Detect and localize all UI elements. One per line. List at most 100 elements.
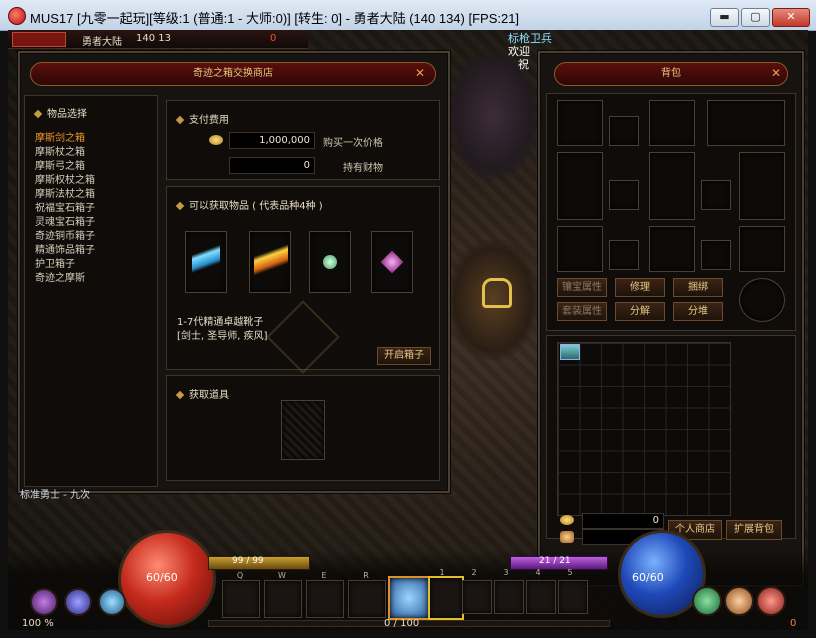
shield-slot[interactable] <box>739 152 785 220</box>
quick-slot-num-4: 4 <box>535 568 541 577</box>
wings-slot[interactable] <box>707 100 785 146</box>
hotkey-label-r: R <box>363 571 369 580</box>
sd-value: 21 / 21 <box>539 556 571 566</box>
quick-slot-num-5: 5 <box>567 568 573 577</box>
boots-slot[interactable] <box>739 226 785 272</box>
ring-slot-2[interactable] <box>609 240 639 270</box>
maximize-button[interactable]: ▢ <box>741 8 770 27</box>
quick-slot-4[interactable] <box>526 580 556 614</box>
helmet-slot[interactable] <box>649 100 695 146</box>
minimize-button[interactable]: ▬ <box>710 8 739 27</box>
quest-menu-icon[interactable] <box>724 586 754 616</box>
inventory-grid[interactable] <box>557 342 731 516</box>
npc-name-1: 标枪卫兵 <box>508 32 552 45</box>
skill-slot-r[interactable] <box>348 580 386 618</box>
settings-menu-icon[interactable] <box>756 586 786 616</box>
ring-slot[interactable] <box>701 180 731 210</box>
category-item[interactable]: 祝福宝石箱子 <box>35 202 155 216</box>
necklace-slot[interactable] <box>609 180 639 210</box>
gold-coin-icon <box>560 515 574 525</box>
stack-button[interactable]: 分堆 <box>673 302 723 321</box>
character-menu-icon[interactable] <box>30 588 58 616</box>
shop-title-bar: 奇迹之箱交换商店 <box>30 62 436 86</box>
item-category-header: 物品选择 <box>33 105 87 120</box>
category-item[interactable]: 护卫箱子 <box>35 258 155 272</box>
chat-menu-icon[interactable] <box>98 588 126 616</box>
quick-slot-3[interactable] <box>494 580 524 614</box>
bind-button[interactable]: 捆绑 <box>673 278 723 297</box>
chest-item-icon[interactable] <box>560 344 580 360</box>
corner-value: 0 <box>790 618 797 629</box>
quick-slot-num-2: 2 <box>471 568 477 577</box>
emblem-watermark-icon <box>266 300 340 374</box>
rewards-header: 可以获取物品 ( 代表品种4种 ) <box>175 197 323 212</box>
active-skill-slot[interactable] <box>388 576 430 620</box>
quick-slot-5[interactable] <box>558 580 588 614</box>
close-button[interactable]: ✕ <box>772 8 810 27</box>
exp-percent: 100 % <box>22 618 54 629</box>
inventory-menu-icon[interactable] <box>64 588 92 616</box>
pet-slot[interactable] <box>557 100 603 146</box>
category-item[interactable]: 摩斯剑之箱 <box>35 132 155 146</box>
earring-slot[interactable] <box>701 240 731 270</box>
shop-close-icon[interactable]: ✕ <box>413 66 427 80</box>
pants-slot[interactable] <box>649 226 695 272</box>
item-category-list: 物品选择 摩斯剑之箱 摩斯杖之箱 摩斯弓之箱 摩斯权杖之箱 摩斯法杖之箱 祝福宝… <box>24 95 158 487</box>
payment-section: 支付费用 1,000,000 购买一次价格 0 持有财物 <box>166 100 440 180</box>
bottom-left-text: 标准勇士 - 九次 <box>20 490 90 501</box>
expand-bag-button[interactable]: 扩展背包 <box>726 520 782 540</box>
reward-slot-1[interactable] <box>185 218 227 300</box>
category-item[interactable]: 精通饰品箱子 <box>35 244 155 258</box>
zen-amount: 0 <box>582 513 664 529</box>
reward-slot-3[interactable] <box>309 231 351 293</box>
exp-value: 0 / 100 <box>384 618 420 629</box>
quick-slot-selected[interactable] <box>428 576 464 620</box>
game-viewport[interactable]: 勇者大陆 140 13 0 标枪卫兵 欢迎 祝 奇迹之箱交换商店 ✕ 物品选择 … <box>8 30 808 630</box>
inventory-title: 背包 <box>661 68 681 79</box>
hotkey-label-w: W <box>278 571 286 580</box>
category-item[interactable]: 摩斯权杖之箱 <box>35 174 155 188</box>
rewards-section: 可以获取物品 ( 代表品种4种 ) 1-7代精通卓越靴子 [剑士, 圣导师, 疾… <box>166 186 440 374</box>
gem-attr-button[interactable]: 镶宝属性 <box>557 278 607 297</box>
quick-slot-2[interactable] <box>462 580 492 614</box>
skill-slot-q[interactable] <box>222 580 260 618</box>
golden-sword-icon <box>254 218 288 302</box>
payment-title: 支付费用 <box>189 115 229 126</box>
category-item[interactable]: 摩斯杖之箱 <box>35 146 155 160</box>
app-logo-icon <box>8 7 26 25</box>
diamond-icon <box>175 115 185 125</box>
set-attr-button[interactable]: 套装属性 <box>557 302 607 321</box>
category-item[interactable]: 摩斯弓之箱 <box>35 160 155 174</box>
reward-description-1: 1-7代精通卓越靴子 <box>177 317 264 328</box>
ice-spear-icon <box>192 218 220 300</box>
category-item[interactable]: 奇迹之摩斯 <box>35 272 155 286</box>
decompose-button[interactable]: 分解 <box>615 302 665 321</box>
hotkey-label-e: E <box>321 571 327 580</box>
open-chest-button[interactable]: 开启箱子 <box>377 347 431 365</box>
acquire-section: 获取道具 <box>166 375 440 481</box>
armor-slot[interactable] <box>649 152 695 220</box>
category-item[interactable]: 摩斯法杖之箱 <box>35 188 155 202</box>
skill-slot-w[interactable] <box>264 580 302 618</box>
map-menu-icon[interactable] <box>692 586 722 616</box>
price-label: 购买一次价格 <box>323 138 383 149</box>
skill-slot-e[interactable] <box>306 580 344 618</box>
window-title: MUS17 [九零一起玩][等级:1 (普通:1 - 大师:0)] [转生: 0… <box>30 11 520 26</box>
category-item[interactable]: 灵魂宝石箱子 <box>35 216 155 230</box>
diamond-icon <box>33 109 43 119</box>
item-category-title: 物品选择 <box>47 109 87 120</box>
reward-slot-2[interactable] <box>249 218 291 302</box>
category-item[interactable]: 奇迹铜币箱子 <box>35 230 155 244</box>
inventory-title-bar: 背包 <box>554 62 788 86</box>
gloves-slot[interactable] <box>557 226 603 272</box>
inventory-close-icon[interactable]: ✕ <box>769 66 783 80</box>
repair-button[interactable]: 修理 <box>615 278 665 297</box>
weapon-slot[interactable] <box>557 152 603 220</box>
pendant-slot[interactable] <box>609 116 639 146</box>
ornament-icon <box>380 250 404 274</box>
acquired-item-slot[interactable] <box>281 400 325 460</box>
reward-slot-4[interactable] <box>371 231 413 293</box>
top-counter: 0 <box>270 33 277 44</box>
acquire-header: 获取道具 <box>175 386 229 401</box>
sort-emblem-icon[interactable] <box>739 278 785 322</box>
